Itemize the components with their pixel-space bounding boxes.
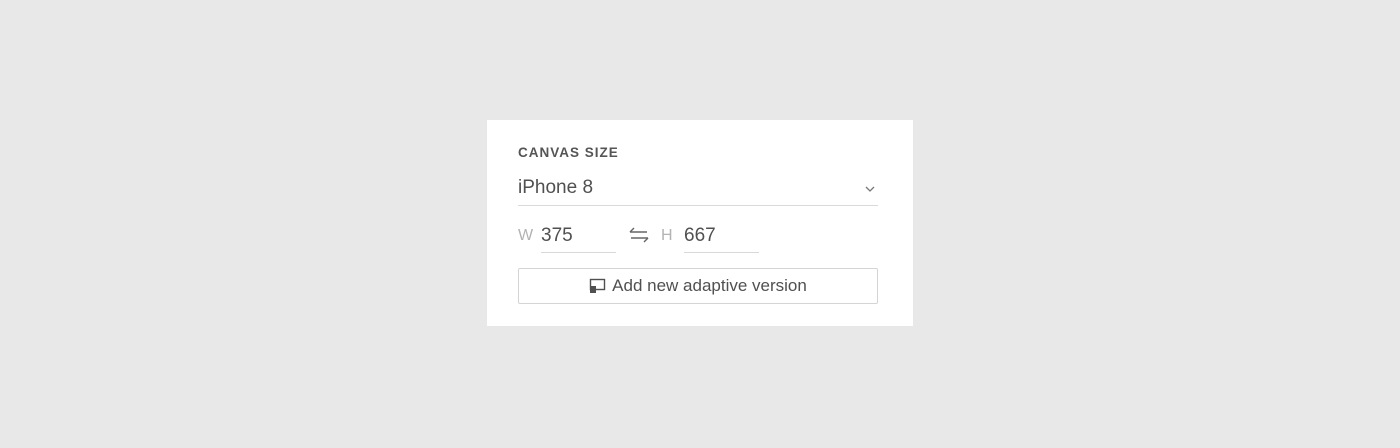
width-input[interactable] [541, 220, 616, 253]
device-preset-dropdown[interactable]: iPhone 8 [518, 174, 878, 206]
width-label: W [518, 227, 534, 244]
height-input[interactable] [684, 220, 759, 253]
section-title: CANVAS SIZE [518, 145, 619, 160]
adaptive-version-icon [589, 278, 606, 293]
height-label: H [661, 227, 673, 244]
swap-dimensions-icon[interactable] [628, 225, 650, 245]
device-preset-value: iPhone 8 [518, 177, 594, 198]
canvas-size-panel: CANVAS SIZE iPhone 8 W H Add new adaptiv… [487, 120, 913, 326]
add-adaptive-version-label: Add new adaptive version [612, 276, 807, 295]
chevron-down-icon [865, 186, 875, 192]
add-adaptive-version-button[interactable]: Add new adaptive version [518, 268, 878, 304]
